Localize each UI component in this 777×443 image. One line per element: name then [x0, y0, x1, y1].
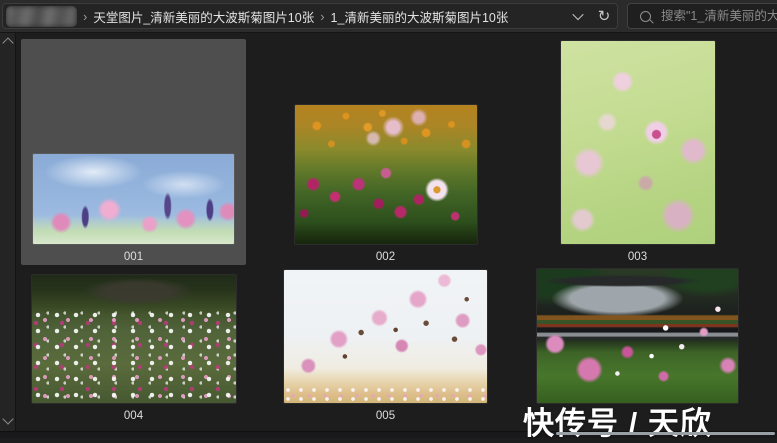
chevron-down-icon — [572, 9, 583, 20]
file-thumbnail-002 — [295, 105, 477, 244]
file-item-002[interactable]: 002 — [273, 39, 498, 265]
file-grid: 001 002 003 004 005 — [0, 33, 777, 431]
refresh-icon: ↻ — [598, 9, 611, 24]
file-item-004[interactable]: 004 — [21, 267, 246, 424]
file-label: 005 — [376, 408, 395, 424]
redacted-drive-chip[interactable] — [6, 6, 77, 27]
redacted-blur — [6, 6, 77, 27]
file-item-003[interactable]: 003 — [525, 39, 750, 265]
watermark-underline — [556, 432, 775, 435]
address-dropdown-button[interactable] — [565, 5, 591, 27]
address-bar[interactable]: › 天堂图片_清新美丽的大波斯菊图片10张 › 1_清新美丽的大波斯菊图片10张… — [2, 3, 618, 29]
file-thumbnail-006 — [537, 269, 738, 403]
file-thumbnail-004 — [32, 275, 236, 403]
file-label: 003 — [628, 249, 647, 265]
file-label: 001 — [124, 249, 143, 265]
file-thumbnail-005 — [284, 270, 487, 403]
breadcrumb-item-parent-folder[interactable]: 天堂图片_清新美丽的大波斯菊图片10张 — [93, 7, 314, 26]
search-box — [627, 3, 777, 29]
file-item-005[interactable]: 005 — [273, 267, 498, 424]
breadcrumb-separator-icon: › — [314, 9, 330, 24]
file-label: 004 — [124, 408, 143, 424]
file-label: 002 — [376, 249, 395, 265]
watermark-text: 快传号 / 天欣 — [523, 398, 712, 443]
breadcrumb-item-current-folder[interactable]: 1_清新美丽的大波斯菊图片10张 — [331, 7, 509, 26]
search-icon — [640, 11, 651, 22]
file-thumbnail-001 — [33, 154, 234, 244]
file-thumbnail-003 — [561, 41, 715, 244]
refresh-button[interactable]: ↻ — [591, 5, 617, 27]
search-input[interactable] — [659, 8, 777, 24]
toolbar: › 天堂图片_清新美丽的大波斯菊图片10张 › 1_清新美丽的大波斯菊图片10张… — [0, 0, 777, 33]
file-item-001[interactable]: 001 — [21, 39, 246, 265]
breadcrumb-separator-icon: › — [77, 9, 93, 24]
